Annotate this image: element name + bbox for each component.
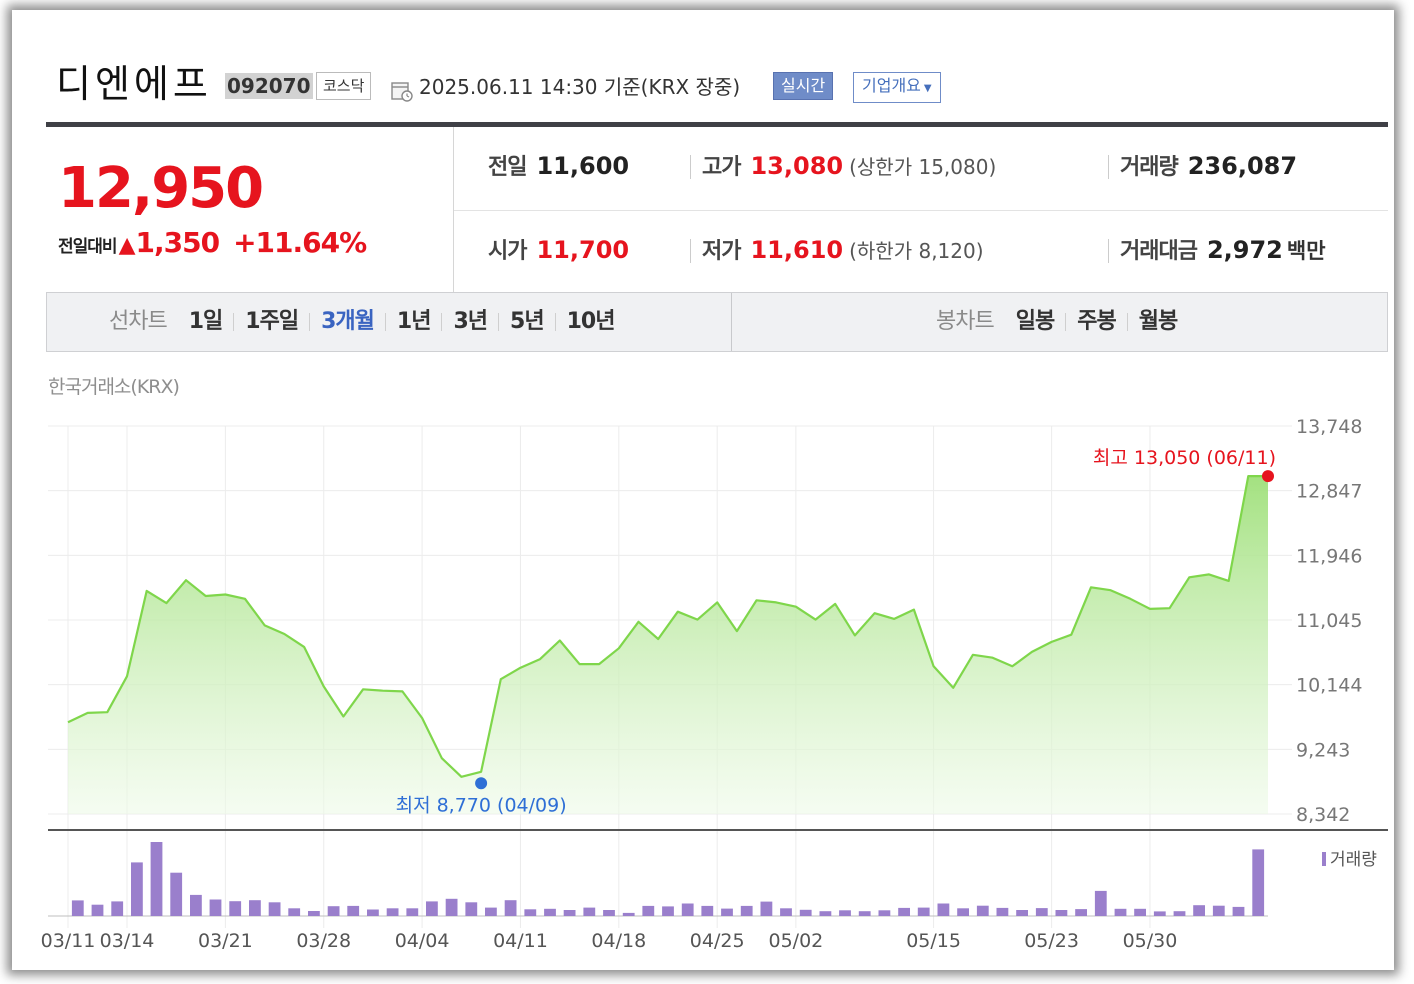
volume-bar xyxy=(209,899,222,916)
volume-bar xyxy=(1094,890,1107,916)
x-tick-label: 03/21 xyxy=(198,930,253,952)
volume-bar xyxy=(701,905,714,916)
volume-bar xyxy=(780,908,792,916)
min-annotation: 최저 8,770 (04/09) xyxy=(396,794,567,816)
volume-bar xyxy=(367,909,379,916)
x-tick-label: 03/11 xyxy=(41,930,96,952)
volume-bar xyxy=(445,898,458,916)
volume-bar xyxy=(996,907,1009,916)
volume-bar xyxy=(544,908,556,916)
volume-bar xyxy=(150,842,163,916)
x-tick-label: 04/04 xyxy=(395,930,450,952)
volume-bar xyxy=(937,903,950,916)
y-tick-label: 13,748 xyxy=(1296,416,1362,438)
volume-bar xyxy=(642,905,655,916)
volume-legend-label: 거래량 xyxy=(1330,850,1377,870)
volume-bar xyxy=(406,908,419,916)
volume-bar xyxy=(288,908,301,916)
price-area xyxy=(68,476,1268,814)
volume-bar xyxy=(839,910,851,916)
volume-bar xyxy=(917,907,930,916)
volume-bar xyxy=(524,909,537,916)
x-tick-label: 05/15 xyxy=(906,930,961,952)
volume-bar xyxy=(1252,849,1265,916)
max-point-marker xyxy=(1262,470,1274,483)
volume-bar xyxy=(681,903,694,916)
y-tick-label: 9,243 xyxy=(1296,739,1350,761)
volume-bar xyxy=(131,862,143,916)
volume-bar xyxy=(268,902,281,916)
stock-widget: 디엔에프 092070 코스닥 2025.06.11 14:30 기준(KRX … xyxy=(12,10,1394,970)
x-tick-label: 03/28 xyxy=(296,930,351,952)
volume-bar xyxy=(1212,905,1225,916)
volume-bar xyxy=(1153,911,1166,916)
x-tick-label: 05/02 xyxy=(768,930,823,952)
volume-bar xyxy=(878,910,891,916)
volume-bar xyxy=(347,905,360,916)
volume-bar xyxy=(327,906,340,916)
volume-bar xyxy=(1016,910,1028,916)
volume-bar xyxy=(799,909,812,916)
volume-bar xyxy=(308,911,320,916)
volume-bar xyxy=(819,911,832,916)
volume-bar xyxy=(1075,909,1087,916)
volume-bar xyxy=(71,900,84,916)
y-tick-label: 8,342 xyxy=(1296,804,1350,826)
volume-bar xyxy=(485,907,497,916)
volume-bar xyxy=(603,910,615,916)
volume-bar xyxy=(91,904,104,916)
y-tick-label: 11,946 xyxy=(1296,545,1362,567)
volume-bar xyxy=(858,911,871,916)
x-tick-label: 05/30 xyxy=(1123,930,1178,952)
volume-bar xyxy=(1232,906,1245,916)
x-tick-label: 04/25 xyxy=(690,930,745,952)
y-tick-label: 12,847 xyxy=(1296,481,1362,503)
volume-bar xyxy=(622,912,635,916)
volume-bar xyxy=(957,908,969,916)
volume-bar xyxy=(760,901,773,916)
volume-bar xyxy=(190,894,202,916)
volume-bar xyxy=(1134,908,1146,916)
x-tick-label: 05/23 xyxy=(1024,930,1079,952)
volume-bar xyxy=(976,905,989,916)
volume-bar xyxy=(1035,908,1048,916)
volume-bar xyxy=(721,908,733,916)
volume-bar xyxy=(898,907,910,916)
min-point-marker xyxy=(475,777,488,790)
price-chart: 13,748 12,847 11,946 11,045 10,144 9,243 8,342… xyxy=(41,416,1388,952)
volume-bar xyxy=(1173,911,1186,916)
y-tick-label: 10,144 xyxy=(1296,675,1362,697)
volume-bar xyxy=(583,907,596,916)
volume-bar xyxy=(229,901,242,916)
volume-bar xyxy=(1055,910,1068,916)
volume-bar xyxy=(740,905,753,916)
x-tick-label: 03/14 xyxy=(100,930,155,952)
y-tick-label: 11,045 xyxy=(1296,610,1362,632)
x-tick-label: 04/18 xyxy=(591,930,646,952)
volume-legend-swatch xyxy=(1322,852,1326,866)
x-tick-label: 04/11 xyxy=(493,930,548,952)
volume-bar xyxy=(1114,908,1127,916)
volume-bar xyxy=(1193,905,1205,916)
volume-bar xyxy=(386,908,399,916)
volume-bar xyxy=(563,910,576,916)
volume-bar xyxy=(111,901,124,916)
volume-bar xyxy=(504,900,517,916)
volume-bar xyxy=(170,872,183,916)
volume-bar xyxy=(249,900,261,916)
max-annotation: 최고 13,050 (06/11) xyxy=(1093,447,1276,469)
volume-bar xyxy=(465,902,478,916)
volume-bar xyxy=(662,906,674,916)
volume-bar xyxy=(426,901,438,916)
